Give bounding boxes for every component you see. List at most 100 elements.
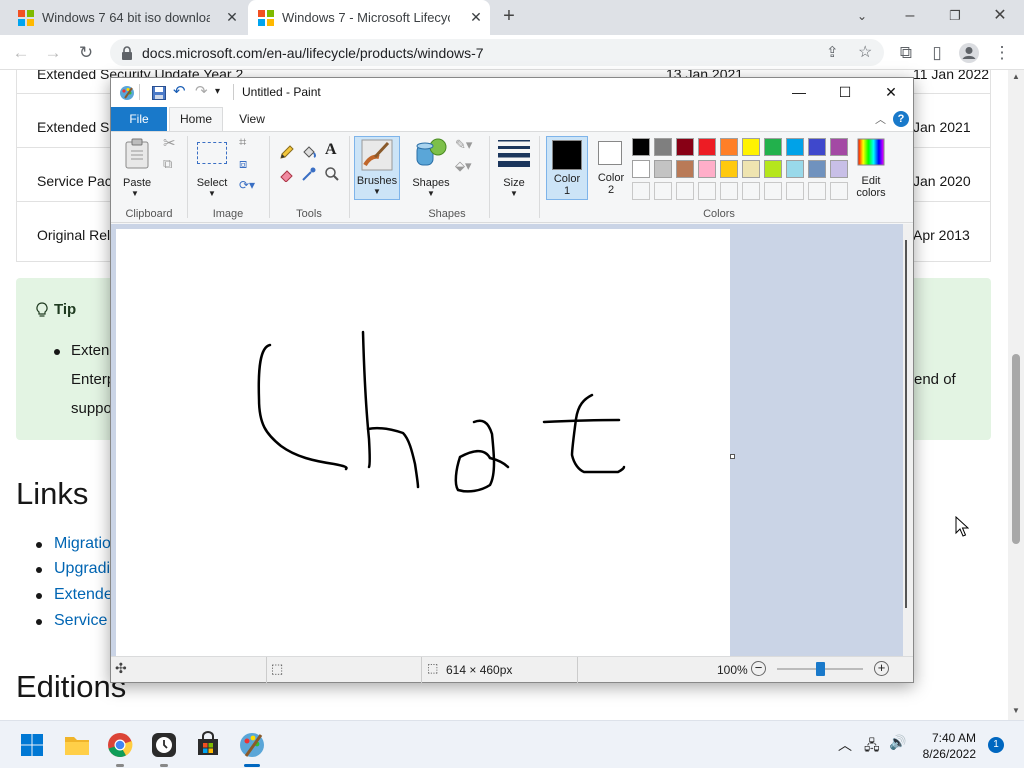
fill-bucket-icon[interactable] <box>301 144 317 160</box>
palette-swatch[interactable] <box>720 160 738 178</box>
resize-icon[interactable]: ⧈ <box>239 156 247 172</box>
help-icon[interactable]: ? <box>893 111 909 127</box>
custom-color-slot[interactable] <box>786 182 804 200</box>
palette-swatch[interactable] <box>698 160 716 178</box>
copy-icon[interactable]: ⧉ <box>163 156 172 172</box>
save-icon[interactable] <box>151 85 167 101</box>
chrome-icon[interactable] <box>104 729 136 761</box>
link-extended[interactable]: Extende <box>54 586 113 604</box>
tab-file[interactable]: File <box>111 107 167 131</box>
custom-color-slot[interactable] <box>632 182 650 200</box>
rotate-icon[interactable]: ⟳▾ <box>239 178 255 192</box>
notification-badge[interactable]: 1 <box>988 737 1004 753</box>
tab-view[interactable]: View <box>229 107 275 131</box>
fill-icon[interactable]: ⬙▾ <box>455 158 472 174</box>
network-icon[interactable]: 🖧 <box>864 735 880 759</box>
size-dropdown-icon[interactable]: ▼ <box>510 189 518 198</box>
palette-swatch[interactable] <box>698 138 716 156</box>
pencil-icon[interactable] <box>279 144 295 160</box>
tab-home[interactable]: Home <box>169 107 223 131</box>
microsoft-store-icon[interactable] <box>192 729 224 761</box>
profile-avatar-icon[interactable] <box>958 42 980 64</box>
brushes-button[interactable]: Brushes ▼ <box>354 136 400 200</box>
palette-swatch[interactable] <box>632 160 650 178</box>
palette-swatch[interactable] <box>786 160 804 178</box>
paint-app-icon[interactable] <box>119 85 135 101</box>
link-service[interactable]: Service <box>54 612 107 630</box>
custom-color-slot[interactable] <box>808 182 826 200</box>
page-scrollbar[interactable]: ▲ ▼ <box>1008 70 1024 720</box>
paint-title-bar[interactable]: ↶ ↷ ▾ Untitled - Paint — ☐ ✕ <box>111 78 913 107</box>
bookmark-star-icon[interactable]: ☆ <box>858 42 872 62</box>
zoom-in-icon[interactable]: + <box>874 661 889 676</box>
custom-color-slot[interactable] <box>720 182 738 200</box>
browser-tab-lifecycle[interactable]: Windows 7 - Microsoft Lifecycle ✕ <box>248 0 490 35</box>
back-arrow-icon[interactable]: ← <box>10 42 32 64</box>
color1-button[interactable]: Color 1 <box>546 136 588 200</box>
side-panel-icon[interactable]: ▯ <box>926 42 948 64</box>
redo-icon[interactable]: ↷ <box>195 84 211 101</box>
custom-color-slot[interactable] <box>654 182 672 200</box>
palette-swatch[interactable] <box>808 138 826 156</box>
magnifier-icon[interactable] <box>324 166 340 182</box>
scroll-up-icon[interactable]: ▲ <box>1012 72 1020 81</box>
palette-swatch[interactable] <box>676 138 694 156</box>
outline-icon[interactable]: ✎▾ <box>455 137 472 153</box>
restore-browser-button[interactable]: ❐ <box>941 4 969 28</box>
custom-color-slot[interactable] <box>830 182 848 200</box>
link-migration[interactable]: Migratio <box>54 535 111 553</box>
new-tab-button[interactable]: + <box>495 4 523 28</box>
palette-swatch[interactable] <box>720 138 738 156</box>
close-browser-button[interactable]: ✕ <box>986 4 1014 28</box>
color-picker-icon[interactable] <box>301 166 317 182</box>
custom-color-slot[interactable] <box>676 182 694 200</box>
show-hidden-icons-chevron-icon[interactable]: ︿ <box>838 735 852 755</box>
browser-menu-icon[interactable]: ⋮ <box>991 42 1013 64</box>
zoom-out-icon[interactable]: − <box>751 661 766 676</box>
canvas-scrollbar-thumb[interactable] <box>905 240 907 608</box>
paint-close-button[interactable]: ✕ <box>868 78 914 107</box>
palette-swatch[interactable] <box>654 160 672 178</box>
custom-color-slot[interactable] <box>698 182 716 200</box>
volume-icon[interactable]: 🔊 <box>889 734 906 751</box>
shapes-icon[interactable] <box>414 137 448 169</box>
scroll-down-icon[interactable]: ▼ <box>1012 706 1020 715</box>
canvas-scrollbar[interactable] <box>903 224 913 656</box>
paste-clipboard-icon[interactable] <box>123 138 151 170</box>
close-tab-icon[interactable]: ✕ <box>468 9 484 25</box>
quick-access-dropdown-icon[interactable]: ▾ <box>215 85 231 101</box>
extensions-puzzle-icon[interactable]: ⧉ <box>895 42 917 64</box>
taskbar-clock[interactable]: 7:40 AM 8/26/2022 <box>918 730 976 762</box>
palette-swatch[interactable] <box>786 138 804 156</box>
windows-start-icon[interactable] <box>16 729 48 761</box>
crop-icon[interactable]: ⌗ <box>239 134 246 150</box>
undo-icon[interactable]: ↶ <box>173 84 189 101</box>
zoom-slider[interactable] <box>777 662 863 676</box>
link-upgrading[interactable]: Upgradi <box>54 560 110 578</box>
text-tool-icon[interactable]: A <box>325 141 337 159</box>
collapse-ribbon-icon[interactable]: ︿ <box>875 111 886 127</box>
select-dropdown-icon[interactable]: ▼ <box>208 189 216 198</box>
edit-colors-rainbow-icon[interactable] <box>857 138 885 166</box>
share-icon[interactable]: ⇪ <box>826 43 839 61</box>
close-tab-icon[interactable]: ✕ <box>224 9 240 25</box>
paint-minimize-button[interactable]: — <box>776 78 822 107</box>
paint-maximize-button[interactable]: ☐ <box>822 78 868 107</box>
palette-swatch[interactable] <box>830 160 848 178</box>
zoom-slider-thumb[interactable] <box>815 662 825 676</box>
size-lines-icon[interactable] <box>497 138 531 168</box>
eraser-icon[interactable] <box>279 166 295 182</box>
palette-swatch[interactable] <box>764 160 782 178</box>
shapes-dropdown-icon[interactable]: ▼ <box>427 189 435 198</box>
clock-app-icon[interactable] <box>148 729 180 761</box>
paint-taskbar-icon[interactable] <box>236 729 268 761</box>
palette-swatch[interactable] <box>676 160 694 178</box>
canvas-resize-handle[interactable] <box>730 454 735 459</box>
custom-color-slot[interactable] <box>742 182 760 200</box>
reload-icon[interactable]: ↻ <box>75 42 97 64</box>
palette-swatch[interactable] <box>654 138 672 156</box>
palette-swatch[interactable] <box>830 138 848 156</box>
address-bar[interactable]: docs.microsoft.com/en-au/lifecycle/produ… <box>110 39 884 66</box>
drawing-canvas[interactable] <box>116 229 730 656</box>
palette-swatch[interactable] <box>632 138 650 156</box>
